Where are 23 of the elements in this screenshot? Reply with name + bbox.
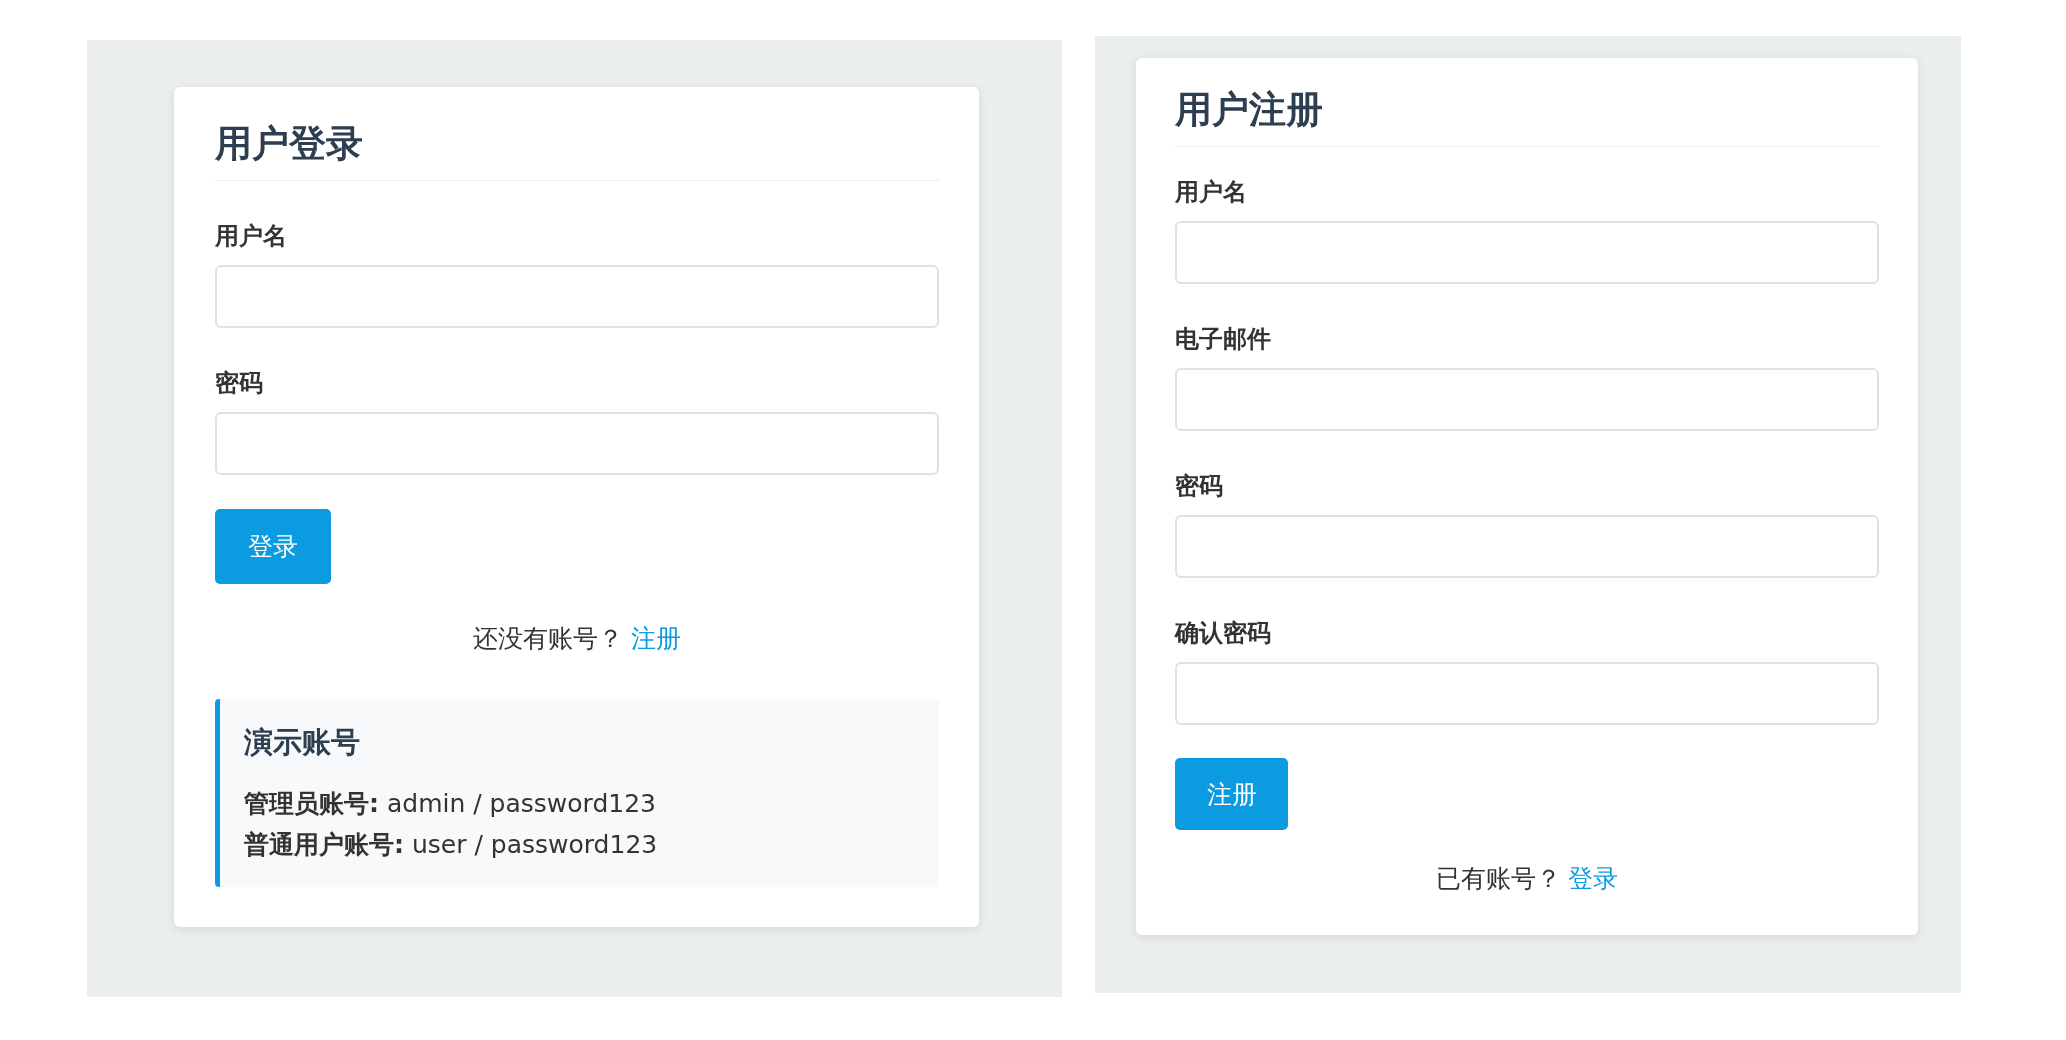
submit-button[interactable]: 注册 <box>1175 758 1288 831</box>
field-label: 密码 <box>1175 471 1224 503</box>
prompt-text: 还没有账号？ <box>473 624 623 654</box>
demo-account-line: 普通用户账号: user / password123 <box>244 829 659 862</box>
input-field[interactable] <box>1175 662 1879 726</box>
switch-link[interactable]: 注册 <box>630 624 681 654</box>
input-field[interactable] <box>215 412 939 476</box>
field-label: 密码 <box>215 368 264 400</box>
input-field[interactable] <box>1175 515 1879 579</box>
field-label: 用户名 <box>215 221 288 253</box>
submit-button[interactable]: 登录 <box>215 509 331 585</box>
input-field[interactable] <box>1175 221 1879 285</box>
field-label: 电子邮件 <box>1175 324 1272 356</box>
input-field[interactable] <box>215 265 939 329</box>
field-label: 确认密码 <box>1175 618 1272 650</box>
switch-link[interactable]: 登录 <box>1568 864 1619 894</box>
field-label: 用户名 <box>1175 177 1248 209</box>
form-title: 用户注册 <box>1175 87 1324 133</box>
demo-account-line: 管理员账号: admin / password123 <box>244 788 657 821</box>
form-title: 用户登录 <box>215 121 364 167</box>
input-field[interactable] <box>1175 368 1879 432</box>
demo-title: 演示账号 <box>244 724 361 762</box>
prompt-text: 已有账号？ <box>1435 864 1561 894</box>
